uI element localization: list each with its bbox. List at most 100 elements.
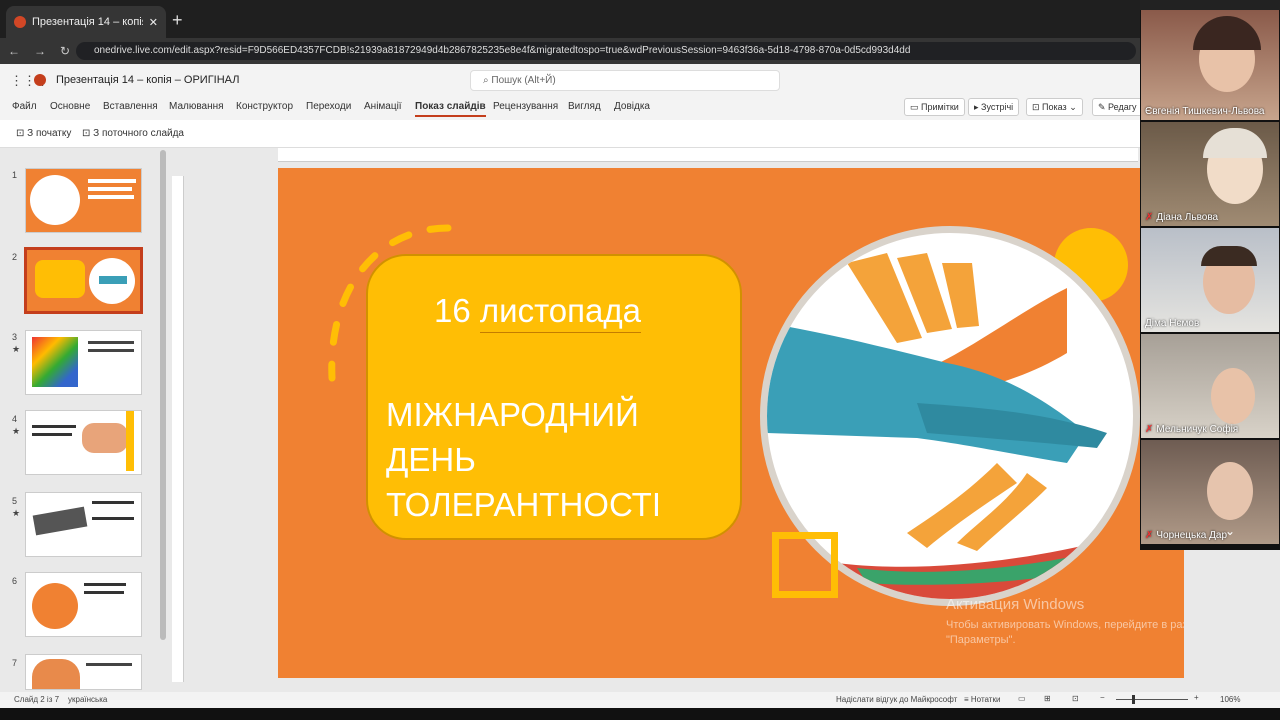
participant-name-text: Євгенія Тишкевич-Львова [1145, 106, 1265, 117]
normal-view-icon[interactable]: ▭ [1018, 694, 1026, 703]
zoom-out-icon[interactable]: − [1100, 693, 1105, 702]
slideshow-current-icon: ⊡ [82, 128, 94, 139]
search-placeholder: Пошук (Alt+Й) [491, 75, 556, 86]
thumb-number: 7 [12, 658, 18, 668]
thumb-star-icon: ★ [12, 344, 21, 354]
url-field[interactable]: onedrive.live.com/edit.aspx?resid=F9D566… [76, 42, 1136, 60]
from-start-label: З початку [27, 128, 72, 139]
horizontal-ruler [278, 148, 1138, 162]
menu-view[interactable]: Вигляд [568, 101, 601, 112]
browser-tab[interactable]: Презентація 14 – копія – ОРИГ ✕ [6, 6, 166, 38]
mic-muted-icon: ✗ [1145, 424, 1154, 435]
taskbar-strip [0, 708, 1280, 720]
browser-tab-bar: Презентація 14 – копія – ОРИГ ✕ + [0, 0, 1280, 38]
reload-icon[interactable]: ↻ [60, 44, 70, 58]
menu-animations[interactable]: Анімації [364, 101, 402, 112]
reading-view-icon[interactable]: ⊡ [1072, 694, 1079, 703]
search-input[interactable]: ⌕ Пошук (Alt+Й) [470, 70, 780, 91]
address-bar: ← → ↻ onedrive.live.com/edit.aspx?resid=… [0, 38, 1280, 64]
zoom-slider[interactable] [1116, 699, 1188, 700]
status-bar: Слайд 2 із 7 українська Надіслати відгук… [0, 692, 1280, 708]
menu-draw[interactable]: Малювання [169, 101, 224, 112]
menu-help[interactable]: Довідка [614, 101, 650, 112]
participant-tile[interactable]: ✗ Мельничук Софія [1141, 334, 1279, 438]
menu-review[interactable]: Рецензування [493, 101, 558, 112]
present-icon: ⊡ [1032, 102, 1043, 112]
forward-icon[interactable]: → [34, 44, 46, 58]
feedback-link[interactable]: Надіслати відгук до Майкрософт [836, 695, 957, 704]
event-line-2: ДЕНЬ [386, 441, 476, 478]
back-icon[interactable]: ← [8, 44, 20, 58]
from-current-label: З поточного слайда [93, 128, 184, 139]
close-tab-icon[interactable]: ✕ [149, 16, 158, 29]
participant-name-text: Діана Львова [1156, 212, 1219, 223]
slide-thumbnail-6[interactable] [25, 572, 142, 637]
slide-thumbnail-4[interactable] [25, 410, 142, 475]
slide-counter: Слайд 2 із 7 [14, 695, 60, 704]
menu-bar: Файл Основне Вставлення Малювання Констр… [0, 96, 1280, 120]
document-title[interactable]: Презентація 14 – копія – ОРИГІНАЛ [56, 74, 239, 86]
slide-thumbnail-7[interactable] [25, 654, 142, 690]
app-header: ⋮⋮⋮ Презентація 14 – копія – ОРИГІНАЛ ⌕ … [0, 64, 1280, 96]
slide-sorter-icon[interactable]: ⊞ [1044, 694, 1051, 703]
thumb-number: 3 [12, 332, 18, 342]
slide-thumbnail-3[interactable] [25, 330, 142, 395]
menu-slideshow[interactable]: Показ слайдів [415, 101, 486, 117]
menu-home[interactable]: Основне [50, 101, 90, 112]
participant-tile[interactable]: ✗ Чорнецька Дар ⌄ [1141, 440, 1279, 544]
thumb-star-icon: ★ [12, 508, 21, 518]
windows-activation-text: Чтобы активировать Windows, перейдите в … [946, 619, 1184, 646]
meetings-button[interactable]: ▸ Зустрічі [968, 98, 1020, 116]
slide-thumbnail-2[interactable] [24, 247, 143, 314]
zoom-in-icon[interactable]: + [1194, 693, 1199, 702]
slideshow-icon: ⊡ [16, 128, 28, 139]
edit-button[interactable]: ✎ Редагу [1092, 98, 1143, 116]
slide-thumbnail-1[interactable] [25, 168, 142, 233]
chevron-down-icon[interactable]: ⌄ [1225, 524, 1235, 538]
meetings-label: Зустрічі [981, 102, 1014, 112]
slide-thumbnail-5[interactable] [25, 492, 142, 557]
video-icon: ▸ [974, 102, 982, 112]
windows-activation-title: Активация Windows [946, 596, 1085, 613]
menu-insert[interactable]: Вставлення [103, 101, 158, 112]
event-line-3: ТОЛЕРАНТНОСТІ [386, 486, 662, 523]
thumb-number: 6 [12, 576, 18, 586]
new-tab-icon[interactable]: + [172, 10, 183, 31]
title-box[interactable]: 16 листопада МІЖНАРОДНИЙ ДЕНЬ ТОЛЕРАНТНО… [366, 254, 742, 540]
thumb-number: 2 [12, 252, 18, 262]
participant-tile[interactable]: Євгенія Тишкевич-Львова [1141, 10, 1279, 120]
notes-icon: ≡ [964, 695, 971, 704]
menu-design[interactable]: Конструктор [236, 101, 293, 112]
thumb-number: 4 [12, 414, 18, 424]
slide-canvas[interactable]: 16 листопада МІЖНАРОДНИЙ ДЕНЬ ТОЛЕРАНТНО… [278, 168, 1184, 678]
from-current-button[interactable]: ⊡ З поточного слайда [82, 128, 184, 139]
pencil-icon: ✎ [1098, 102, 1109, 112]
vertical-ruler [172, 176, 184, 682]
participant-name-text: Чорнецька Дар [1156, 530, 1228, 541]
participant-name: Євгенія Тишкевич-Львова [1145, 106, 1265, 117]
from-start-button[interactable]: ⊡ З початку [16, 128, 71, 139]
zoom-level[interactable]: 106% [1220, 695, 1240, 704]
notes-button[interactable]: ≡ Нотатки [964, 695, 1000, 704]
language-indicator[interactable]: українська [68, 695, 107, 704]
participant-tile[interactable]: ✗ Діана Львова [1141, 122, 1279, 226]
slide-date: 16 листопада [434, 292, 641, 333]
mic-muted-icon: ✗ [1145, 530, 1154, 541]
zoom-slider-thumb[interactable] [1132, 695, 1135, 704]
thumb-number: 1 [12, 170, 18, 180]
powerpoint-logo-icon [34, 74, 46, 86]
mic-muted-icon: ✗ [1145, 212, 1154, 223]
present-button[interactable]: ⊡ Показ ⌄ [1026, 98, 1083, 116]
menu-file[interactable]: Файл [12, 101, 37, 112]
yellow-square-decoration [772, 532, 838, 598]
present-label: Показ [1042, 102, 1067, 112]
participant-tile[interactable]: Діма Нємов [1141, 228, 1279, 332]
tab-title: Презентація 14 – копія – ОРИГ [32, 16, 143, 28]
menu-transitions[interactable]: Переходи [306, 101, 351, 112]
comments-button[interactable]: ▭ Примітки [904, 98, 965, 116]
thumbnail-scrollbar[interactable] [160, 150, 166, 640]
video-call-controls[interactable] [1140, 0, 1280, 10]
slide-event-title: МІЖНАРОДНИЙ ДЕНЬ ТОЛЕРАНТНОСТІ [386, 392, 726, 527]
comments-label: Примітки [921, 102, 959, 112]
powerpoint-icon [14, 16, 26, 28]
